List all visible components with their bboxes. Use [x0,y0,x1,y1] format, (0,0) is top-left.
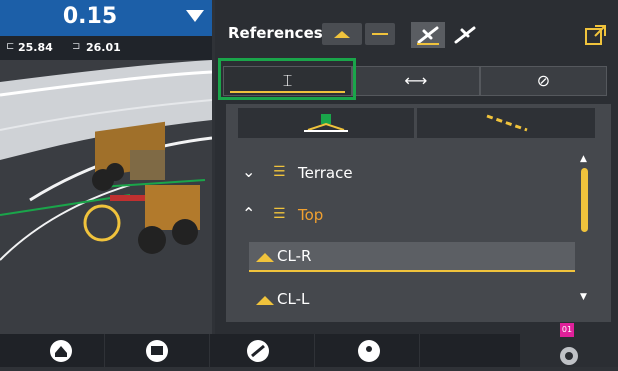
surface-point-icon [304,114,348,132]
line-mode-button[interactable] [417,108,595,138]
dashed-line-icon [486,114,528,132]
chevron-down-icon: ⌄ [242,162,256,181]
target-marker [83,204,121,242]
home-icon [50,340,72,362]
selection-highlight [218,58,356,100]
tab-horizontal[interactable]: ⟷ [352,66,480,96]
home-button[interactable] [0,334,105,367]
tree-row-cl-r[interactable]: CL-R [249,242,575,272]
alignment-icon [247,340,269,362]
popout-button[interactable] [583,22,609,48]
chevron-down-icon[interactable] [186,10,204,22]
tree-row-label: CL-L [277,290,310,308]
line-reference-button[interactable] [365,23,395,45]
machine-button[interactable] [105,334,210,367]
location-button[interactable] [315,334,420,367]
alignment-split-icon [454,26,476,44]
left-blade-icon: ⊏ [6,41,15,52]
surface-icon [334,31,350,38]
tree-row-top[interactable]: ⌃ ☰ Top [240,204,570,230]
tree-row-cl-l[interactable]: CL-L [249,288,575,314]
alignment-icon [417,26,439,45]
right-blade-icon: ⊐ [72,41,81,52]
tree-row-label: Terrace [298,164,353,182]
panel-title: References [228,24,323,42]
alignment-button[interactable] [210,334,315,367]
gnss-status-button[interactable] [520,334,618,367]
scroll-up-icon[interactable]: ▲ [580,154,587,164]
cut-fill-value: 0.15 [62,4,118,29]
location-pin-icon [358,340,380,362]
align-primary-button[interactable] [411,22,445,48]
surface-icon [256,296,274,305]
tree-row-label: CL-R [277,247,312,265]
surface-mode-button[interactable] [238,108,414,138]
tree-row-terrace[interactable]: ⌄ ☰ Terrace [240,162,570,188]
scrollbar[interactable] [581,168,588,232]
align-secondary-button[interactable] [448,22,482,48]
right-elevation: 26.01 [86,41,121,54]
left-elevation: 25.84 [18,41,53,54]
layers-icon: ☰ [273,206,286,222]
tab-heading[interactable]: ⊘ [480,66,607,96]
gnss-antenna-icon [560,347,578,365]
chevron-up-icon: ⌃ [242,204,256,223]
grader-icon [146,340,168,362]
status-badge: 01 [560,323,574,337]
compass-icon: ⊘ [536,71,551,90]
layers-icon: ☰ [273,164,286,180]
horizontal-offset-icon: ⟷ [404,71,428,90]
external-link-icon [585,25,606,45]
line-icon [372,33,388,35]
surface-reference-button[interactable] [322,23,362,45]
scroll-down-icon[interactable]: ▼ [580,292,587,302]
surface-icon [256,253,274,262]
tree-row-label: Top [298,206,324,224]
